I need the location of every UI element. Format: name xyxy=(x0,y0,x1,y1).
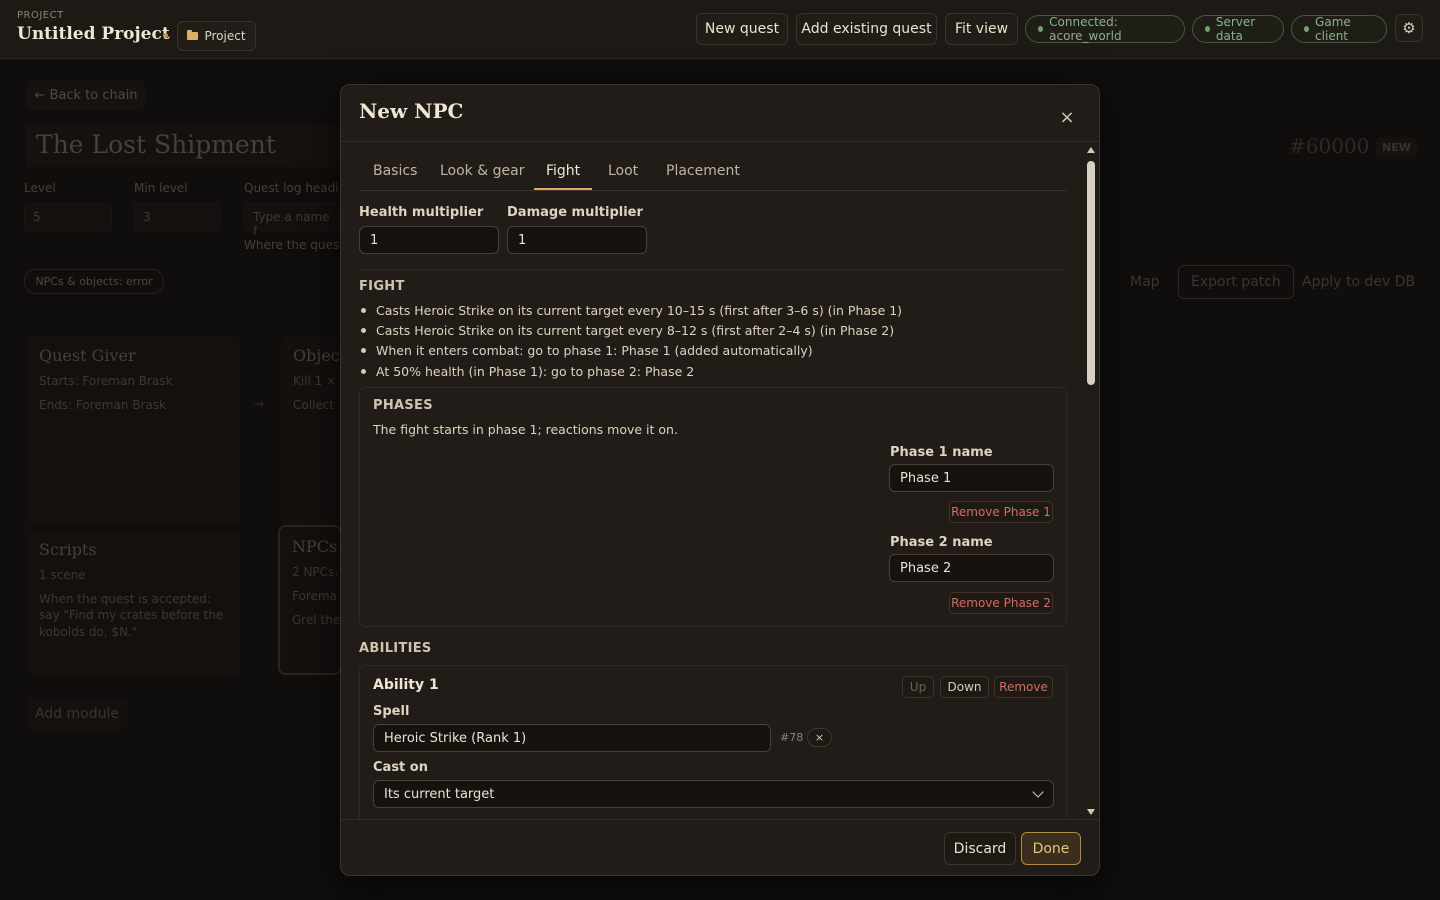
gear-icon: ⚙ xyxy=(1402,19,1416,37)
chevron-down-icon xyxy=(1032,786,1044,798)
tab-placement[interactable]: Placement xyxy=(666,163,740,179)
status-client-label: Game client xyxy=(1315,15,1351,43)
phase-2-name-input[interactable]: Phase 2 xyxy=(889,554,1054,582)
fight-summary-item: At 50% health (in Phase 1): go to phase … xyxy=(359,364,694,379)
fight-heading: FIGHT xyxy=(359,279,405,294)
move-down-button[interactable]: Down xyxy=(940,676,989,698)
fit-view-button[interactable]: Fit view xyxy=(945,13,1018,45)
add-existing-quest-button[interactable]: Add existing quest xyxy=(796,13,937,45)
project-menu-button[interactable]: Project xyxy=(177,21,256,51)
clear-spell-icon[interactable]: × xyxy=(807,728,832,747)
spell-label: Spell xyxy=(373,704,410,719)
project-title[interactable]: Untitled Project xyxy=(17,24,170,44)
phases-panel: PHASES The fight starts in phase 1; reac… xyxy=(359,387,1067,627)
active-tab-indicator xyxy=(534,188,592,190)
new-npc-dialog: New NPC × Basics Look & gear Fight Loot … xyxy=(340,84,1100,876)
bullet-icon xyxy=(361,348,366,353)
settings-button[interactable]: ⚙ xyxy=(1395,14,1423,42)
health-multiplier-label: Health multiplier xyxy=(359,205,484,220)
damage-multiplier-input[interactable]: 1 xyxy=(507,226,647,254)
damage-multiplier-label: Damage multiplier xyxy=(507,205,643,220)
dialog-header: New NPC × xyxy=(341,85,1099,142)
phases-heading: PHASES xyxy=(373,398,433,413)
status-server-data[interactable]: Server data xyxy=(1192,15,1284,43)
tab-basics[interactable]: Basics xyxy=(373,163,417,179)
phase-2-name-label: Phase 2 name xyxy=(890,535,993,550)
fight-summary-item: Casts Heroic Strike on its current targe… xyxy=(359,323,894,338)
phase-1-name-input[interactable]: Phase 1 xyxy=(889,464,1054,492)
move-up-button[interactable]: Up xyxy=(902,676,934,698)
cast-on-select[interactable]: Its current target xyxy=(373,780,1054,808)
status-dot-icon xyxy=(1205,26,1210,32)
remove-phase-2-button[interactable]: Remove Phase 2 xyxy=(949,592,1053,614)
phases-description: The fight starts in phase 1; reactions m… xyxy=(373,422,678,437)
status-database[interactable]: Connected: acore_world xyxy=(1025,15,1185,43)
project-menu-label: Project xyxy=(204,29,246,43)
tab-look-gear[interactable]: Look & gear xyxy=(440,163,524,179)
bullet-icon xyxy=(361,369,366,374)
health-multiplier-input[interactable]: 1 xyxy=(359,226,499,254)
new-quest-button[interactable]: New quest xyxy=(696,13,788,45)
done-button[interactable]: Done xyxy=(1021,832,1081,865)
project-kicker: PROJECT xyxy=(17,10,64,21)
scrollbar[interactable] xyxy=(1085,143,1097,819)
status-dot-icon xyxy=(1304,26,1310,32)
phase-1-name-label: Phase 1 name xyxy=(890,445,993,460)
dialog-footer: Discard Done xyxy=(341,819,1099,875)
scrollbar-thumb[interactable] xyxy=(1087,161,1095,385)
ability-title: Ability 1 xyxy=(373,677,439,693)
status-dot-icon xyxy=(1038,26,1044,32)
bullet-icon xyxy=(361,328,366,333)
dialog-title: New NPC xyxy=(359,99,464,123)
spell-id: #78 xyxy=(780,731,804,744)
scroll-up-icon[interactable] xyxy=(1087,147,1095,153)
unsaved-dot-icon xyxy=(163,33,168,38)
ability-card: Ability 1 Up Down Remove Spell Heroic St… xyxy=(359,665,1067,819)
cast-on-value: Its current target xyxy=(384,787,495,802)
status-game-client[interactable]: Game client xyxy=(1291,15,1387,43)
tab-fight[interactable]: Fight xyxy=(546,163,580,179)
divider xyxy=(359,269,1067,270)
status-database-label: Connected: acore_world xyxy=(1049,15,1122,43)
status-server-label: Server data xyxy=(1215,15,1256,43)
bullet-icon xyxy=(361,308,366,313)
remove-ability-button[interactable]: Remove xyxy=(994,676,1053,698)
abilities-heading: ABILITIES xyxy=(359,641,432,656)
close-icon[interactable]: × xyxy=(1057,107,1077,128)
top-bar: PROJECT Untitled Project Project New que… xyxy=(0,0,1440,59)
fight-summary-item: When it enters combat: go to phase 1: Ph… xyxy=(359,343,813,358)
cast-on-label: Cast on xyxy=(373,760,428,775)
scroll-down-icon[interactable] xyxy=(1087,809,1095,815)
remove-phase-1-button[interactable]: Remove Phase 1 xyxy=(949,501,1053,523)
fight-summary-item: Casts Heroic Strike on its current targe… xyxy=(359,303,902,318)
dialog-body[interactable]: Basics Look & gear Fight Loot Placement … xyxy=(341,143,1099,819)
spell-input[interactable]: Heroic Strike (Rank 1) xyxy=(373,724,771,752)
tab-loot[interactable]: Loot xyxy=(608,163,638,179)
folder-icon xyxy=(187,30,199,40)
tab-bar: Basics Look & gear Fight Loot Placement xyxy=(359,157,1067,191)
discard-button[interactable]: Discard xyxy=(944,832,1016,865)
